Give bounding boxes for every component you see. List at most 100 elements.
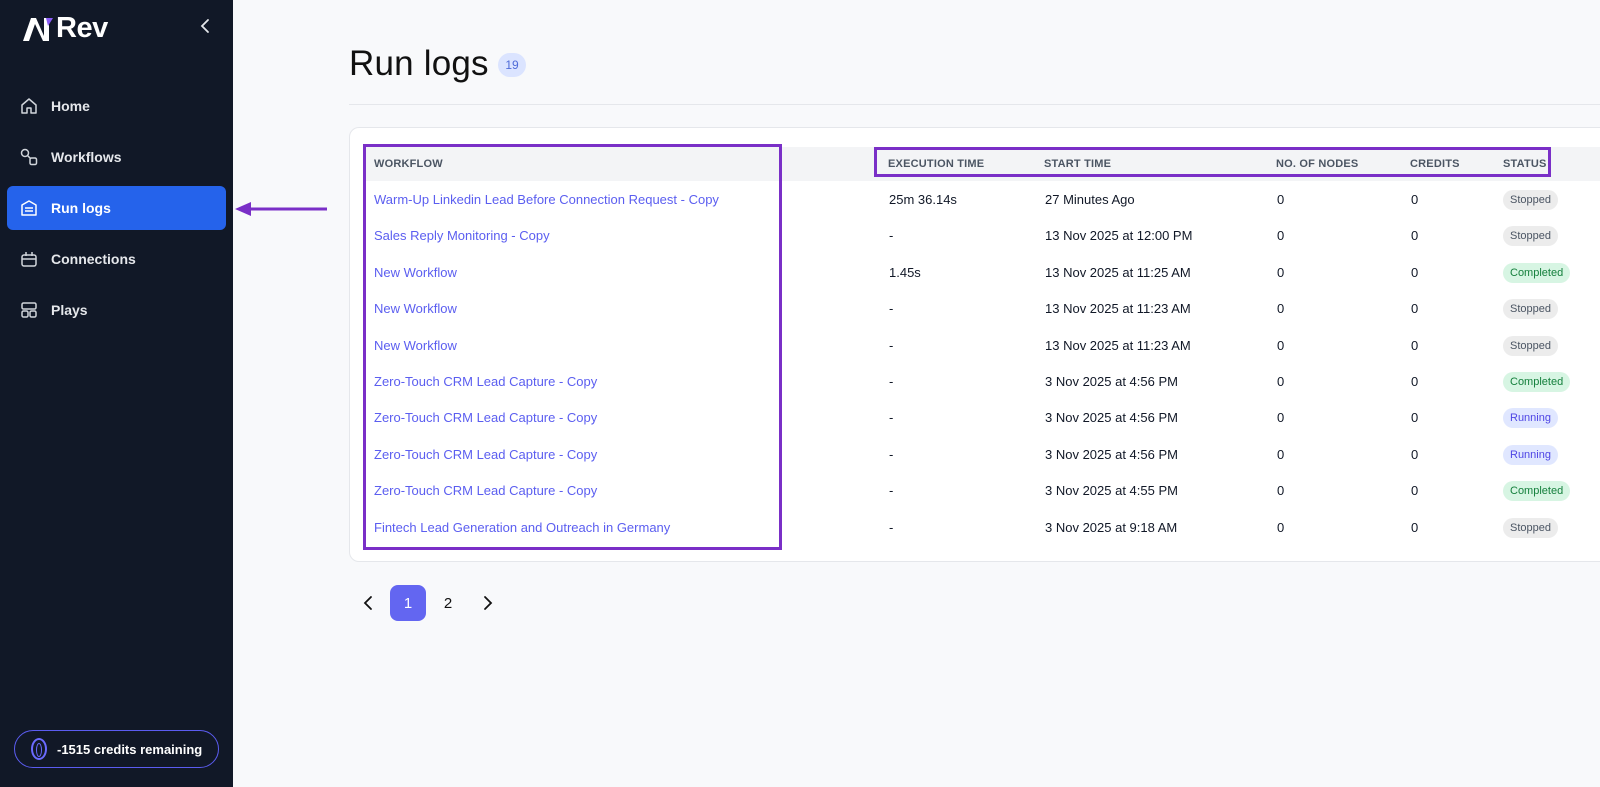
start-time-cell: 3 Nov 2025 at 4:56 PM: [1045, 446, 1178, 462]
page-2-button[interactable]: 2: [430, 585, 466, 621]
column-header-credits[interactable]: CREDITS: [1410, 147, 1460, 181]
table-row[interactable]: New Workflow - 13 Nov 2025 at 11:23 AM 0 0 St…: [350, 291, 1600, 327]
chevron-right-icon: [484, 596, 493, 610]
table-row[interactable]: Warm-Up Linkedin Lead Before Connection …: [350, 182, 1600, 218]
credits-cell: 0: [1411, 410, 1419, 426]
chevron-left-icon: [363, 596, 372, 610]
table-row[interactable]: Zero-Touch CRM Lead Capture - Copy - 3 Nov…: [350, 473, 1600, 509]
table-row[interactable]: New Workflow - 13 Nov 2025 at 11:23 AM 0 0 St…: [350, 328, 1600, 364]
table-row[interactable]: New Workflow 1.45s 13 Nov 2025 at 11:25 AM…: [350, 255, 1600, 291]
home-icon: [21, 98, 37, 114]
table-row[interactable]: Zero-Touch CRM Lead Capture - Copy - 3 Nov…: [350, 364, 1600, 400]
run-logs-table: WORKFLOW EXECUTION TIME START TIME NO. O…: [349, 127, 1600, 562]
status-badge: Completed: [1503, 372, 1571, 392]
sidebar-item-run-logs[interactable]: Run logs: [7, 186, 226, 230]
column-header-start-time[interactable]: START TIME: [1044, 147, 1111, 181]
workflow-link[interactable]: Zero-Touch CRM Lead Capture - Copy: [374, 473, 597, 509]
table-row[interactable]: Zero-Touch CRM Lead Capture - Copy - 3 Nov…: [350, 400, 1600, 436]
workflow-link[interactable]: New Workflow: [374, 291, 457, 327]
nodes-cell: 0: [1277, 264, 1285, 280]
table-row[interactable]: Zero-Touch CRM Lead Capture - Copy - 3 Nov…: [350, 437, 1600, 473]
workflow-link[interactable]: New Workflow: [374, 255, 457, 291]
sidebar-item-label: Run logs: [51, 200, 111, 216]
execution-time-cell: -: [889, 446, 894, 462]
sidebar-nav: Home Workflows Run logs Connections Play…: [7, 84, 226, 339]
start-time-cell: 13 Nov 2025 at 11:25 AM: [1045, 264, 1191, 280]
workflow-link[interactable]: Zero-Touch CRM Lead Capture - Copy: [374, 364, 597, 400]
execution-time-cell: -: [889, 374, 894, 389]
connections-icon: [21, 252, 37, 267]
start-time-cell: 3 Nov 2025 at 9:18 AM: [1045, 519, 1178, 535]
credits-cell: 0: [1411, 301, 1419, 317]
start-time-cell: 3 Nov 2025 at 4:55 PM: [1045, 483, 1178, 499]
chevron-left-icon: [200, 19, 209, 33]
annotation-arrow-icon: [235, 202, 327, 216]
sidebar-item-home[interactable]: Home: [7, 84, 226, 128]
coin-icon: [31, 738, 47, 760]
credits-cell: 0: [1411, 337, 1419, 353]
sidebar: Rev Home Workflows Run logs Connections …: [0, 0, 233, 787]
run-logs-icon: [21, 200, 37, 216]
start-time-cell: 13 Nov 2025 at 11:23 AM: [1045, 301, 1191, 317]
start-time-cell: 3 Nov 2025 at 4:56 PM: [1045, 374, 1178, 389]
header-divider: [349, 104, 1600, 105]
column-header-status[interactable]: STATUS: [1503, 147, 1547, 181]
column-header-nodes[interactable]: NO. OF NODES: [1276, 147, 1358, 181]
table-row[interactable]: Fintech Lead Generation and Outreach in …: [350, 510, 1600, 546]
credits-cell: 0: [1411, 264, 1419, 280]
column-header-execution-time[interactable]: EXECUTION TIME: [888, 147, 984, 181]
collapse-sidebar-button[interactable]: [196, 15, 214, 37]
logo-mark-icon: [23, 17, 53, 41]
previous-page-button[interactable]: [350, 585, 386, 621]
logo-text: Rev: [56, 12, 108, 44]
table-row[interactable]: Sales Reply Monitoring - Copy - 13 Nov 202…: [350, 218, 1600, 254]
nodes-cell: 0: [1277, 228, 1285, 244]
execution-time-cell: -: [889, 301, 894, 317]
start-time-cell: 3 Nov 2025 at 4:56 PM: [1045, 410, 1178, 426]
status-badge: Running: [1503, 444, 1558, 465]
start-time-cell: 13 Nov 2025 at 11:23 AM: [1045, 337, 1191, 353]
sidebar-item-plays[interactable]: Plays: [7, 288, 226, 332]
nodes-cell: 0: [1277, 519, 1285, 535]
credits-cell: 0: [1411, 519, 1419, 535]
workflow-link[interactable]: Sales Reply Monitoring - Copy: [374, 218, 550, 254]
status-badge: Running: [1503, 408, 1558, 429]
sidebar-item-label: Workflows: [51, 149, 122, 165]
credits-cell: 0: [1411, 374, 1419, 389]
next-page-button[interactable]: [470, 585, 506, 621]
status-badge: Stopped: [1503, 226, 1558, 247]
workflow-link[interactable]: Warm-Up Linkedin Lead Before Connection …: [374, 182, 719, 218]
sidebar-item-label: Home: [51, 98, 90, 114]
sidebar-item-label: Connections: [51, 251, 136, 267]
execution-time-cell: -: [889, 410, 894, 426]
app-logo[interactable]: Rev: [22, 12, 108, 45]
status-badge: Completed: [1503, 262, 1571, 283]
nodes-cell: 0: [1277, 410, 1285, 426]
sidebar-item-workflows[interactable]: Workflows: [7, 135, 226, 179]
table-header: WORKFLOW EXECUTION TIME START TIME NO. O…: [364, 147, 1600, 181]
workflow-link[interactable]: Zero-Touch CRM Lead Capture - Copy: [374, 400, 597, 436]
sidebar-item-connections[interactable]: Connections: [7, 237, 226, 281]
sidebar-item-label: Plays: [51, 302, 88, 318]
nodes-cell: 0: [1277, 301, 1285, 317]
workflow-link[interactable]: New Workflow: [374, 328, 457, 364]
credits-cell: 0: [1411, 228, 1419, 244]
nodes-cell: 0: [1277, 483, 1285, 499]
execution-time-cell: 25m 36.14s: [889, 192, 957, 207]
workflow-icon: [20, 148, 38, 166]
credits-cell: 0: [1411, 192, 1419, 207]
nodes-cell: 0: [1277, 337, 1285, 353]
status-badge: Stopped: [1503, 517, 1558, 538]
status-badge: Stopped: [1503, 299, 1558, 320]
pagination: 1 2: [350, 585, 510, 621]
plays-icon: [21, 302, 37, 318]
page-title: Run logs: [349, 44, 489, 83]
page-1-button[interactable]: 1: [390, 585, 426, 621]
credits-cell: 0: [1411, 483, 1419, 499]
execution-time-cell: -: [889, 483, 894, 499]
column-header-workflow[interactable]: WORKFLOW: [374, 147, 443, 181]
credits-remaining-button[interactable]: -1515 credits remaining: [14, 730, 219, 768]
nodes-cell: 0: [1277, 446, 1285, 462]
workflow-link[interactable]: Fintech Lead Generation and Outreach in …: [374, 510, 670, 546]
workflow-link[interactable]: Zero-Touch CRM Lead Capture - Copy: [374, 437, 597, 473]
